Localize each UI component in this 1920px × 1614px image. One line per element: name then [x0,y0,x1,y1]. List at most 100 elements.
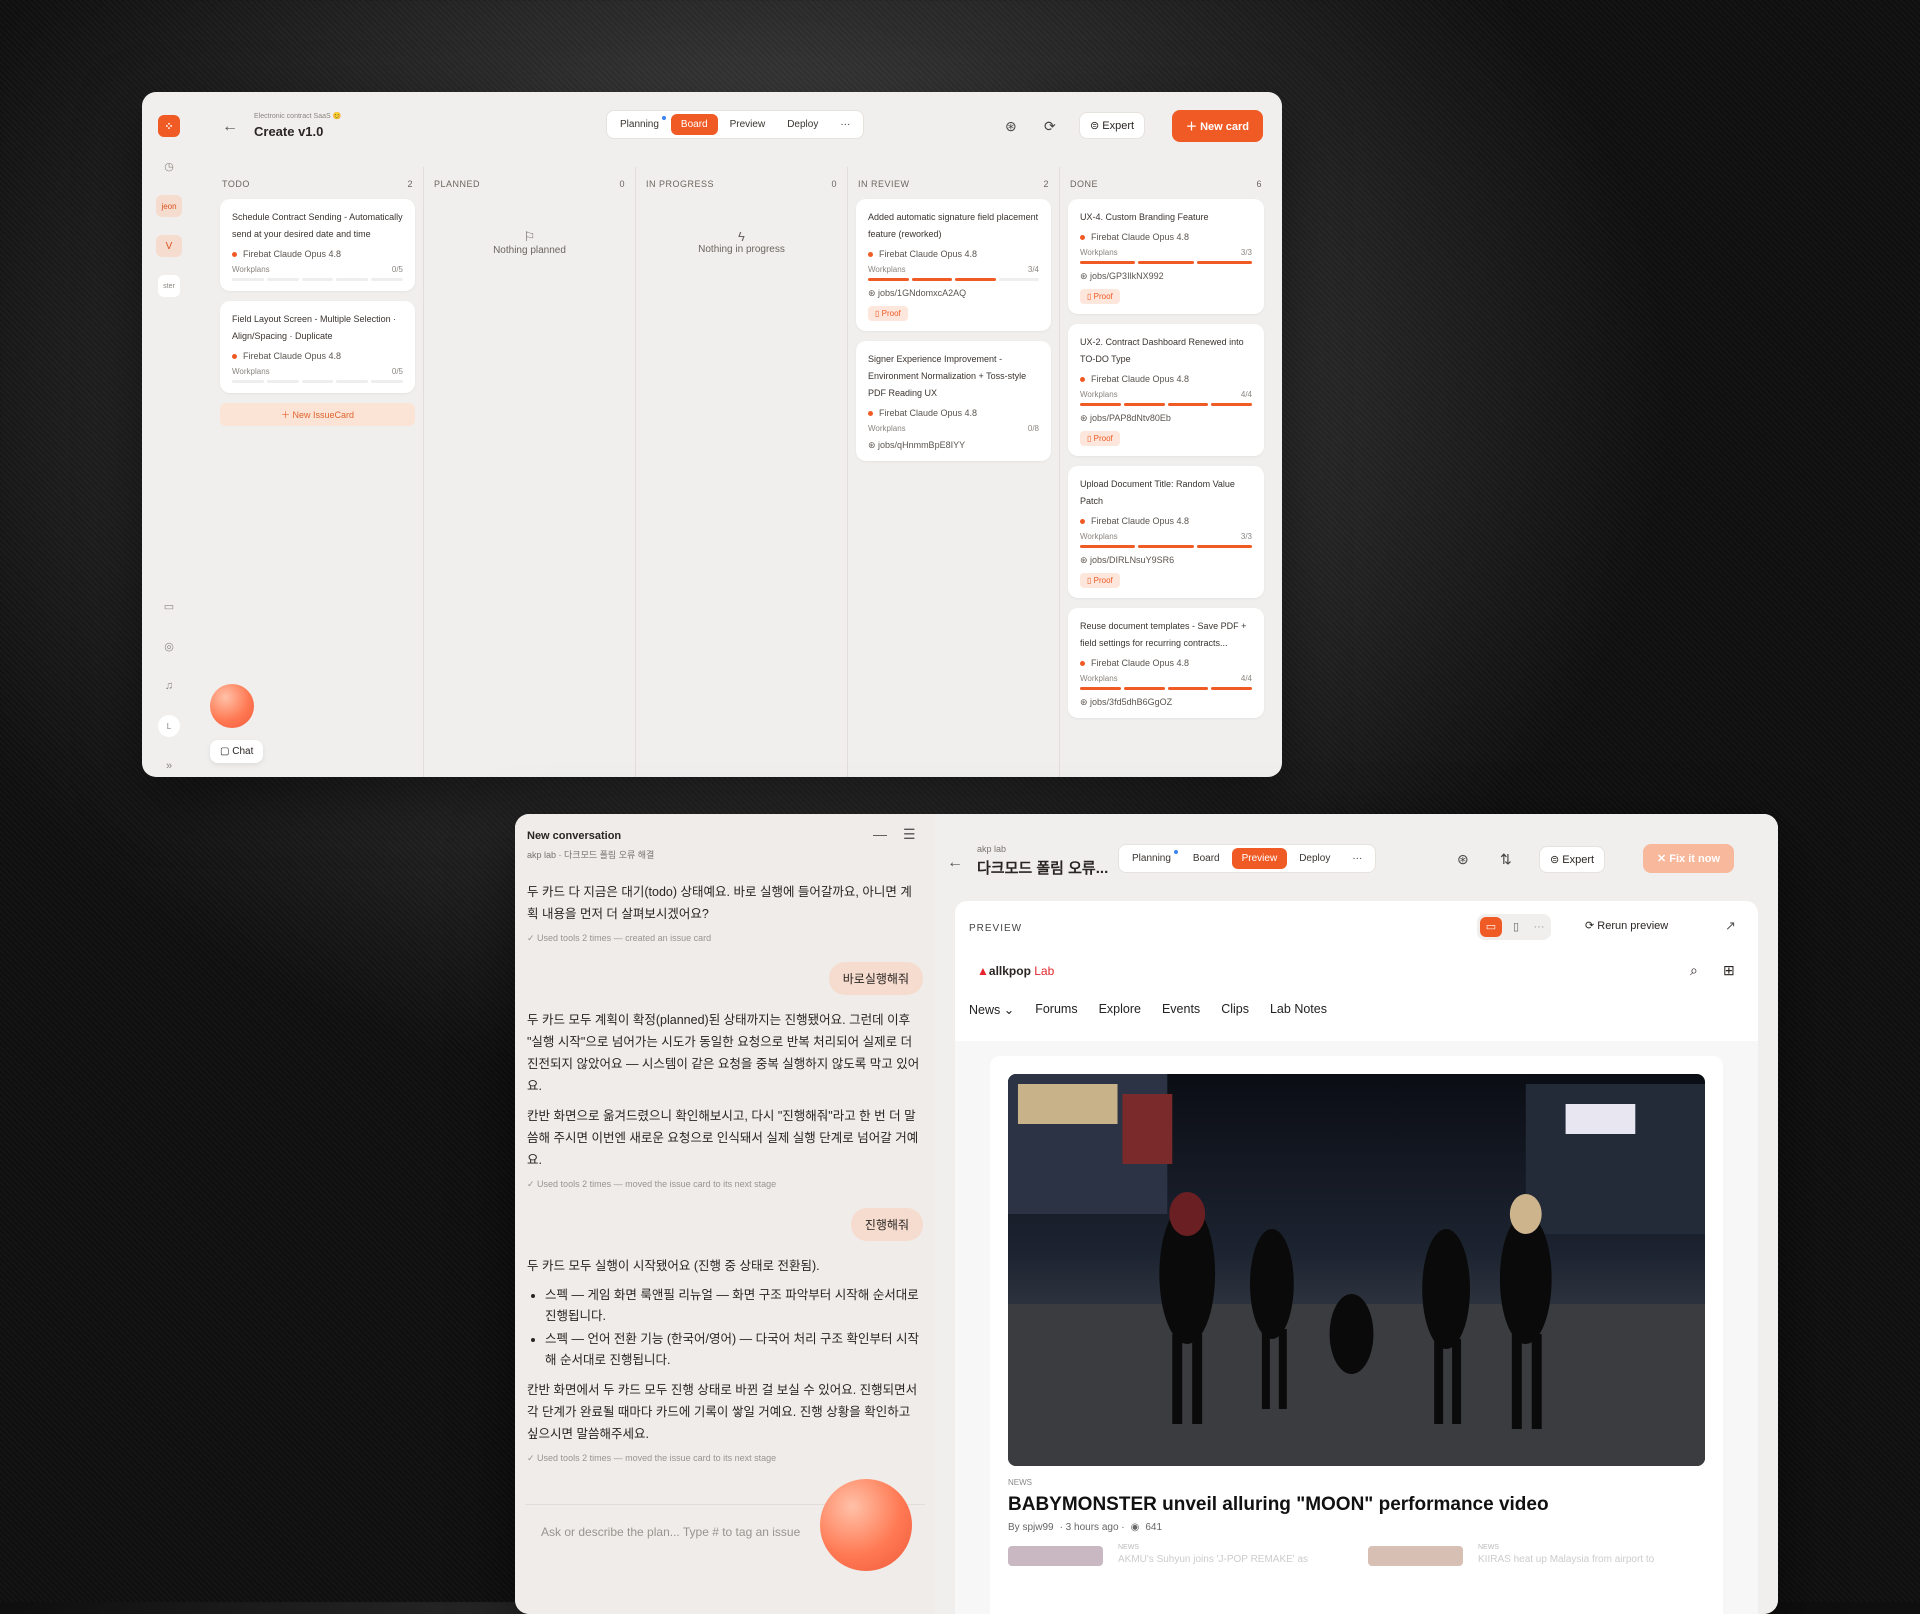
check-icon: ✓ [527,933,538,943]
tab-deploy[interactable]: Deploy [1289,848,1340,869]
tool-usage-note[interactable]: ✓ Used tools 2 times — created an issue … [527,933,923,944]
job-id: jobs/GP3IlkNX992 [1090,271,1164,281]
user-message: 진행해줘 [850,1208,923,1241]
nav-events[interactable]: Events [1162,1002,1200,1017]
job-link[interactable]: ⊛ jobs/3fd5dhB6GgOZ [1080,697,1252,708]
issue-card[interactable]: Upload Document Title: Random Value Patc… [1068,466,1264,598]
plus-icon: ＋ [1186,121,1201,133]
article-views: 641 [1145,1522,1163,1533]
more-tabs-button[interactable]: ··· [830,114,860,135]
github-icon: ⊛ [868,440,879,450]
tab-deploy[interactable]: Deploy [777,114,828,135]
messages-icon[interactable]: ◎ [158,635,180,657]
workplans-label: Workplans [868,424,906,433]
issue-card[interactable]: Signer Experience Improvement - Environm… [856,341,1051,461]
job-link[interactable]: ⊛ jobs/PAP8dNtv80Eb [1080,413,1252,424]
github-icon[interactable]: ⊛ [1005,118,1017,135]
app-logo-icon[interactable]: ⁘ [158,115,180,137]
card-model: Firebat Claude Opus 4.8 [1080,516,1252,526]
expand-icon[interactable]: » [158,755,180,777]
issue-card[interactable]: UX-2. Contract Dashboard Renewed into TO… [1068,324,1264,456]
nav-forums[interactable]: Forums [1035,1002,1077,1017]
left-rail: ⁘ ◷ jeon V ster ▭ ◎ ♫ L » [142,92,196,777]
article-time: · 3 hours ago · [1059,1522,1125,1533]
tab-planning[interactable]: Planning [610,114,669,135]
expert-button[interactable]: ⊜ Expert [1079,112,1146,139]
external-link-icon[interactable]: ↗ [1725,918,1736,934]
workplans-label: Workplans [868,265,906,274]
job-link[interactable]: ⊛ jobs/qHnmmBpE8IYY [868,440,1039,451]
bell-icon[interactable]: ♫ [158,675,180,697]
swap-icon[interactable]: ⇅ [1500,851,1512,868]
issue-card[interactable]: Added automatic signature field placemen… [856,199,1051,331]
chat-button[interactable]: ▢ Chat [210,740,264,763]
tab-preview[interactable]: Preview [720,114,776,135]
job-link[interactable]: ⊛ jobs/DIRLNsuY9SR6 [1080,555,1252,566]
minimize-icon[interactable]: — [873,826,887,842]
issue-card[interactable]: Field Layout Screen - Multiple Selection… [220,301,415,393]
tool-usage-note[interactable]: ✓ Used tools 2 times — moved the issue c… [527,1453,923,1464]
nav-news[interactable]: News ⌄ [969,1002,1014,1017]
issue-card[interactable]: Schedule Contract Sending - Automaticall… [220,199,415,291]
nav-lab-notes[interactable]: Lab Notes [1270,1002,1327,1017]
related-headline[interactable]: KIIRAS heat up Malaysia from airport to [1478,1554,1654,1565]
conversation-title: New conversation [527,830,622,842]
proof-badge[interactable]: ▯ Proof [1080,431,1120,446]
issue-card[interactable]: UX-4. Custom Branding Feature Firebat Cl… [1068,199,1264,314]
site-logo[interactable]: ▲allkpop Lab [977,964,1054,978]
article-headline[interactable]: BABYMONSTER unveil alluring "MOON" perfo… [1008,1494,1549,1516]
column-name: TODO [222,179,250,189]
fix-it-now-button[interactable]: ✕ Fix it now [1643,844,1735,873]
history-icon[interactable]: ◷ [158,155,180,177]
nav-clips[interactable]: Clips [1221,1002,1249,1017]
grid-menu-icon[interactable]: ⊞ [1723,962,1735,979]
user-avatar[interactable]: L [158,715,180,737]
workplans-row: Workplans 3/3 [1080,532,1252,541]
workspace-ster[interactable]: ster [158,275,180,297]
mobile-icon[interactable]: ▯ [1505,917,1527,937]
rerun-preview-button[interactable]: ⟳ Rerun preview [1585,919,1668,932]
inbox-icon[interactable]: ▭ [158,595,180,617]
sync-icon[interactable]: ⟳ [1044,118,1056,135]
job-link[interactable]: ⊛ jobs/GP3IlkNX992 [1080,271,1252,282]
issue-card[interactable]: Reuse document templates - Save PDF + fi… [1068,608,1264,718]
back-arrow-icon[interactable]: ← [947,854,963,872]
kanban-window: ⁘ ◷ jeon V ster ▭ ◎ ♫ L » ← Electronic c… [142,92,1282,777]
tab-board[interactable]: Board [1183,848,1230,869]
site-nav: News ⌄ Forums Explore Events Clips Lab N… [969,1002,1327,1017]
progress-segment [1211,403,1252,406]
article-card[interactable]: NEWS BABYMONSTER unveil alluring "MOON" … [990,1056,1723,1614]
more-icon[interactable]: ··· [1530,917,1548,937]
workspace-v[interactable]: V [156,235,182,257]
nav-explore[interactable]: Explore [1099,1002,1141,1017]
assistant-orb[interactable] [210,684,254,728]
tab-planning[interactable]: Planning [1122,848,1181,869]
progress-segment [1080,261,1136,264]
column-header: IN REVIEW 2 [858,179,1049,189]
proof-badge[interactable]: ▯ Proof [1080,289,1120,304]
tool-usage-note[interactable]: ✓ Used tools 2 times — moved the issue c… [527,1179,923,1190]
tab-preview[interactable]: Preview [1231,848,1288,869]
search-icon[interactable]: ⌕ [1690,962,1698,979]
tab-board[interactable]: Board [670,114,718,135]
article-author[interactable]: By spjw99 [1008,1522,1054,1533]
new-card-button[interactable]: ＋ New card [1172,110,1263,142]
proof-badge[interactable]: ▯ Proof [868,306,908,321]
workspace-jeon[interactable]: jeon [156,195,182,217]
expert-button[interactable]: ⊜ Expert [1539,846,1606,873]
github-icon[interactable]: ⊛ [1457,851,1469,868]
proof-badge[interactable]: ▯ Proof [1080,573,1120,588]
desktop-icon[interactable]: ▭ [1480,917,1502,937]
new-issue-card-button[interactable]: ＋ New IssueCard [220,403,415,426]
column-name: PLANNED [434,179,481,189]
related-headline[interactable]: AKMU's Suhyun joins 'J-POP REMAKE' as [1118,1554,1308,1565]
job-link[interactable]: ⊛ jobs/1GNdomxcA2AQ [868,288,1039,299]
back-arrow-icon[interactable]: ← [222,118,238,136]
progress-segment [232,380,264,383]
assistant-orb[interactable] [820,1479,912,1571]
more-tabs-button[interactable]: ··· [1342,848,1372,869]
related-thumb[interactable] [1368,1546,1463,1566]
related-thumb[interactable] [1008,1546,1103,1566]
progress-bar [232,278,403,281]
settings-sliders-icon[interactable]: ☰ [903,826,916,843]
